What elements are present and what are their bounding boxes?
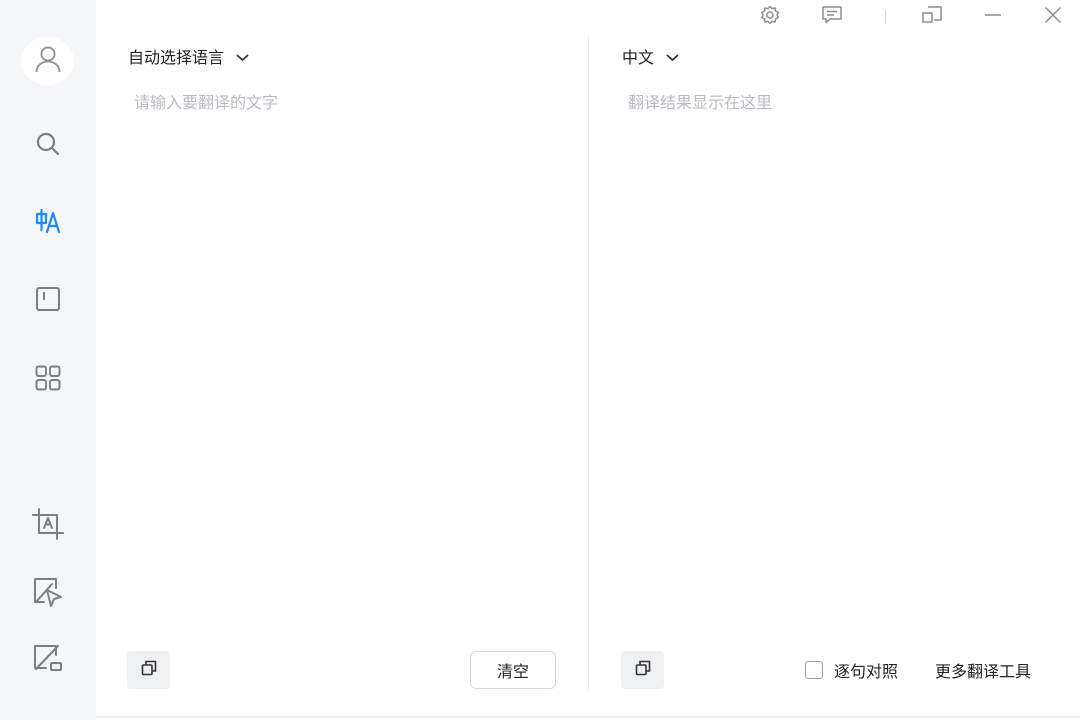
copy-icon [141,660,157,680]
screenshot-translate-icon [32,508,64,540]
sidebar-item-search[interactable] [24,124,72,164]
sidebar-item-pointer-translate[interactable] [24,572,72,612]
sentence-compare-toggle[interactable]: 逐句对照 [805,659,898,681]
target-language-select[interactable]: 中文 [622,44,679,68]
source-text-input[interactable] [128,88,558,628]
pointer-translate-icon [32,576,64,608]
sentence-compare-checkbox[interactable] [805,661,823,679]
translate-icon [33,208,63,236]
settings-button[interactable] [755,4,785,30]
feedback-button[interactable] [817,4,847,30]
pin-window-button[interactable] [917,4,947,30]
translation-output: 翻译结果显示在这里 [622,88,1042,628]
disable-translate-icon [32,642,64,674]
chevron-down-icon [666,47,679,66]
minimize-icon [984,6,1002,28]
pin-window-icon [922,6,942,28]
bottom-border [96,716,1080,718]
chevron-down-icon [236,47,249,66]
translation-placeholder: 翻译结果显示在这里 [628,93,773,112]
close-button[interactable] [1038,4,1068,30]
sentence-compare-label: 逐句对照 [834,662,899,681]
source-copy-button[interactable] [127,651,170,689]
target-copy-button[interactable] [621,651,664,689]
sidebar-item-translate[interactable] [24,202,72,242]
search-icon [35,131,61,157]
gear-icon [760,5,780,29]
user-avatar-icon [34,44,62,78]
apps-grid-icon [35,365,61,391]
feedback-icon [822,6,842,28]
copy-icon [635,660,651,680]
minimize-button[interactable] [978,4,1008,30]
target-language-label: 中文 [622,48,655,67]
titlebar-separator [885,10,886,24]
panel-divider [588,36,589,690]
close-icon [1044,6,1062,28]
more-tools-link[interactable]: 更多翻译工具 [935,659,1031,681]
source-language-select[interactable]: 自动选择语言 [128,44,249,68]
sidebar-item-apps[interactable] [24,358,72,398]
sidebar [0,0,96,720]
sidebar-item-notebook[interactable] [24,279,72,319]
sidebar-item-disable-translate[interactable] [24,638,72,678]
clear-button[interactable]: 清空 [470,651,556,689]
user-avatar[interactable] [21,37,74,85]
notebook-icon [35,286,61,312]
source-language-label: 自动选择语言 [128,48,225,67]
sidebar-item-screenshot-translate[interactable] [24,504,72,544]
